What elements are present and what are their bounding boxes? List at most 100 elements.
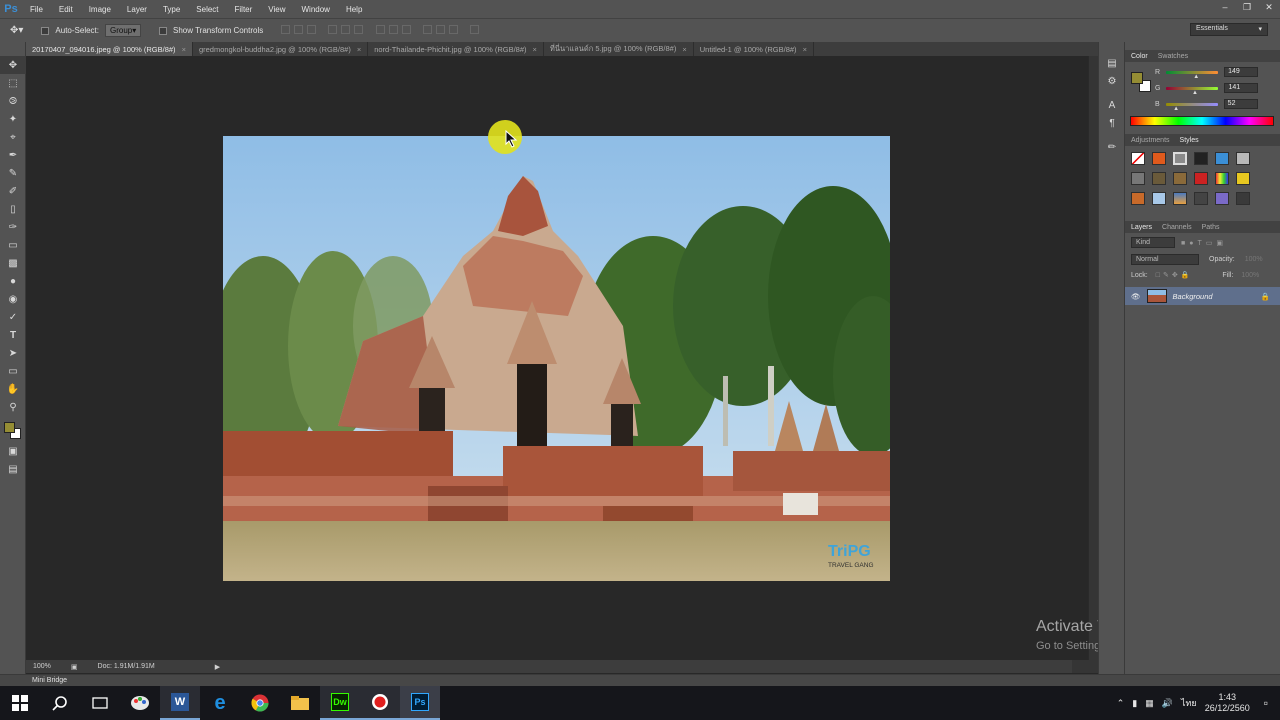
- red-slider[interactable]: ▲: [1166, 70, 1219, 80]
- tool-presets-icon[interactable]: ✏: [1099, 138, 1125, 156]
- layer-filter-icons[interactable]: ■●T▭▣: [1181, 239, 1227, 247]
- layer-name[interactable]: Background: [1173, 292, 1213, 301]
- crop-tool-icon[interactable]: ⌖: [0, 128, 26, 146]
- layer-row-background[interactable]: 👁 Background 🔒: [1125, 287, 1280, 305]
- style-swatch[interactable]: [1173, 152, 1187, 165]
- path-select-tool-icon[interactable]: ➤: [0, 344, 26, 362]
- search-icon[interactable]: [40, 686, 80, 720]
- distribute-bottom-icon[interactable]: [401, 25, 411, 34]
- marquee-tool-icon[interactable]: ⬚: [0, 74, 26, 92]
- clone-stamp-tool-icon[interactable]: ▯: [0, 200, 26, 218]
- restore-icon[interactable]: ❐: [1236, 0, 1258, 14]
- show-transform-checkbox[interactable]: [158, 26, 167, 35]
- kind-filter-dropdown[interactable]: Kind: [1131, 237, 1175, 248]
- style-swatch[interactable]: [1194, 192, 1208, 205]
- close-icon[interactable]: ×: [357, 45, 361, 54]
- tab-color[interactable]: Color: [1131, 53, 1148, 60]
- red-slider-knob[interactable]: ▲: [1193, 74, 1199, 80]
- close-icon[interactable]: ×: [803, 45, 807, 54]
- red-value-input[interactable]: 149: [1224, 67, 1259, 77]
- opacity-value[interactable]: 100%: [1245, 256, 1263, 263]
- quick-mask-icon[interactable]: ▣: [0, 442, 26, 460]
- lock-icons[interactable]: □✎✥🔒: [1156, 271, 1193, 279]
- tab-swatches[interactable]: Swatches: [1158, 53, 1188, 60]
- style-swatch[interactable]: [1152, 172, 1166, 185]
- screen-mode-icon[interactable]: ▤: [0, 460, 26, 478]
- pen-tool-icon[interactable]: ✓: [0, 308, 26, 326]
- close-icon[interactable]: ×: [682, 45, 686, 54]
- distribute-left-icon[interactable]: [422, 25, 432, 34]
- close-icon[interactable]: ×: [533, 45, 537, 54]
- status-menu-icon[interactable]: ▣: [71, 663, 78, 671]
- history-brush-tool-icon[interactable]: ✑: [0, 218, 26, 236]
- style-swatch[interactable]: [1215, 152, 1229, 165]
- quick-select-tool-icon[interactable]: ✦: [0, 110, 26, 128]
- align-left-icon[interactable]: [328, 25, 338, 34]
- hand-tool-icon[interactable]: ✋: [0, 380, 26, 398]
- tab-paths[interactable]: Paths: [1202, 224, 1220, 231]
- blue-value-input[interactable]: 52: [1223, 99, 1258, 109]
- history-panel-icon[interactable]: ▤: [1099, 54, 1125, 72]
- chevron-up-icon[interactable]: ⌃: [1117, 698, 1125, 709]
- style-swatch[interactable]: [1131, 152, 1145, 165]
- paragraph-panel-icon[interactable]: ¶: [1099, 114, 1125, 132]
- style-swatch[interactable]: [1236, 172, 1250, 185]
- tab-adjustments[interactable]: Adjustments: [1131, 137, 1170, 144]
- eraser-tool-icon[interactable]: ▭: [0, 236, 26, 254]
- menu-image[interactable]: Image: [81, 5, 119, 14]
- blur-tool-icon[interactable]: ●: [0, 272, 26, 290]
- mini-bridge-tab[interactable]: Mini Bridge: [32, 677, 67, 684]
- blue-slider[interactable]: ▲: [1165, 102, 1218, 112]
- align-top-icon[interactable]: [281, 25, 291, 34]
- volume-icon[interactable]: 🔊: [1162, 698, 1173, 709]
- dodge-tool-icon[interactable]: ◉: [0, 290, 26, 308]
- green-slider-knob[interactable]: ▲: [1192, 90, 1198, 96]
- task-view-icon[interactable]: [80, 686, 120, 720]
- style-swatch[interactable]: [1152, 192, 1166, 205]
- style-swatch[interactable]: [1173, 172, 1187, 185]
- properties-panel-icon[interactable]: ⚙: [1099, 72, 1125, 90]
- style-swatch[interactable]: [1236, 192, 1250, 205]
- gradient-tool-icon[interactable]: ▩: [0, 254, 26, 272]
- style-swatch[interactable]: [1173, 192, 1187, 205]
- distribute-center-icon[interactable]: [435, 25, 445, 34]
- style-swatch[interactable]: [1194, 172, 1208, 185]
- distribute-top-icon[interactable]: [375, 25, 385, 34]
- shape-tool-icon[interactable]: ▭: [0, 362, 26, 380]
- type-tool-icon[interactable]: T: [0, 326, 26, 344]
- style-swatch[interactable]: [1215, 192, 1229, 205]
- photoshop-icon[interactable]: Ps: [400, 686, 440, 720]
- align-middle-icon[interactable]: [294, 25, 304, 34]
- distribute-right-icon[interactable]: [448, 25, 458, 34]
- menu-filter[interactable]: Filter: [227, 5, 261, 14]
- foreground-color-swatch[interactable]: [4, 422, 15, 433]
- tab-document-2[interactable]: gredmongkol-buddha2.jpg @ 100% (RGB/8#) ×: [193, 42, 369, 56]
- tab-document-4[interactable]: ที่นี่นาแลนด์ก 5.jpg @ 100% (RGB/8#) ×: [544, 42, 694, 56]
- tab-document-1[interactable]: 20170407_094016.jpeg @ 100% (RGB/8#) ×: [26, 42, 193, 56]
- workspace-switcher[interactable]: Essentials ▾: [1190, 23, 1268, 36]
- eye-icon[interactable]: 👁: [1131, 292, 1141, 301]
- style-swatch[interactable]: [1131, 172, 1145, 185]
- align-right-icon[interactable]: [354, 25, 364, 34]
- dreamweaver-icon[interactable]: Dw: [320, 686, 360, 720]
- network-icon[interactable]: ▦: [1145, 698, 1154, 709]
- character-panel-icon[interactable]: A: [1099, 96, 1125, 114]
- tab-styles[interactable]: Styles: [1180, 137, 1199, 144]
- align-bottom-icon[interactable]: [307, 25, 317, 34]
- document-image[interactable]: TriPG TRAVEL GANG: [223, 136, 890, 581]
- tab-layers[interactable]: Layers: [1131, 224, 1152, 231]
- edge-icon[interactable]: e: [200, 686, 240, 720]
- auto-select-checkbox[interactable]: [41, 26, 50, 35]
- language-indicator[interactable]: ไทย: [1181, 696, 1197, 710]
- green-slider[interactable]: ▲: [1166, 86, 1219, 96]
- minimize-icon[interactable]: –: [1214, 0, 1236, 14]
- zoom-tool-icon[interactable]: ⚲: [0, 398, 26, 416]
- style-swatch[interactable]: [1152, 152, 1166, 165]
- menu-file[interactable]: File: [22, 5, 51, 14]
- menu-window[interactable]: Window: [294, 5, 338, 14]
- tab-document-3[interactable]: nord-Thailande-Phichit.jpg @ 100% (RGB/8…: [368, 42, 544, 56]
- brush-tool-icon[interactable]: ✐: [0, 182, 26, 200]
- style-swatch[interactable]: [1215, 172, 1229, 185]
- menu-type[interactable]: Type: [155, 5, 188, 14]
- style-swatch[interactable]: [1236, 152, 1250, 165]
